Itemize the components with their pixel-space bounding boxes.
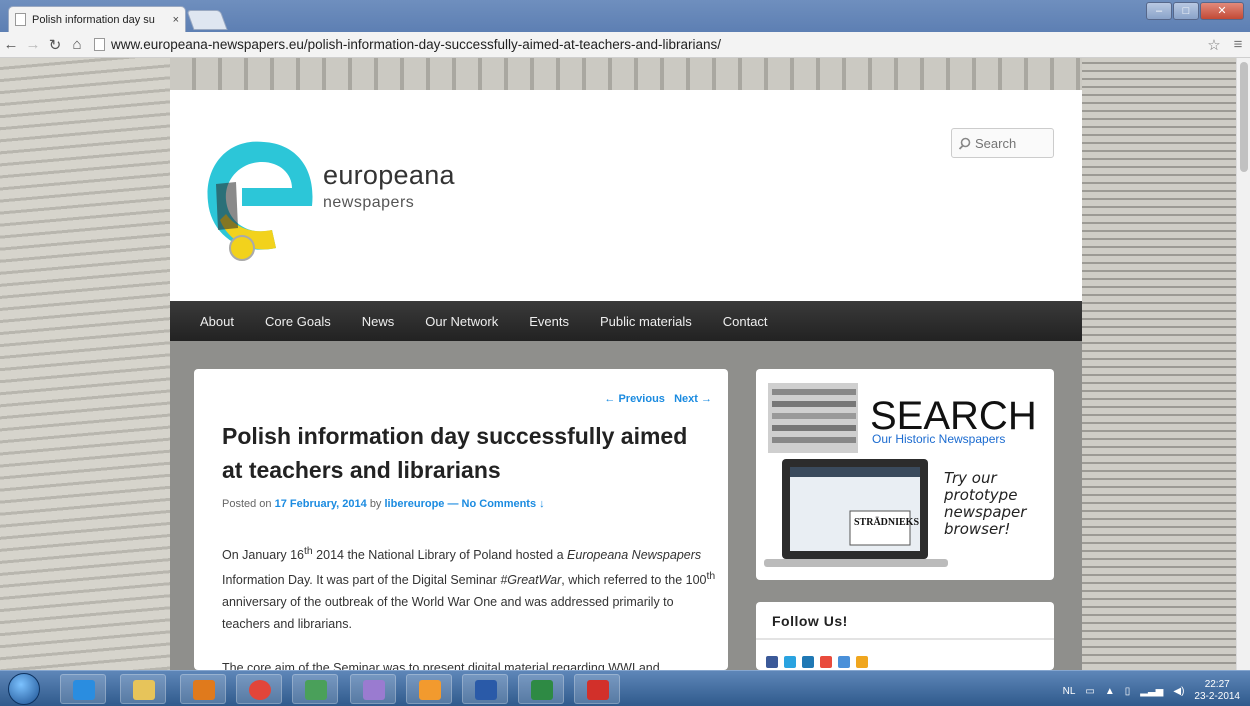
brand-subtitle: newspapers xyxy=(323,194,415,211)
post-paragraph-2: The core aim of the Seminar was to prese… xyxy=(222,661,660,670)
paint-icon[interactable] xyxy=(350,674,396,704)
star-icon[interactable]: ☆ xyxy=(1202,36,1226,54)
forward-icon[interactable]: → xyxy=(22,36,44,53)
menu-item-about[interactable]: About xyxy=(200,314,234,329)
banner-subhead: Our Historic Newspapers xyxy=(872,432,1005,446)
system-tray: NL ▭ ▲ ▯ ▂▃▅ ◀) 22:27 23-2-2014 xyxy=(1063,679,1240,703)
minimize-button[interactable]: – xyxy=(1146,2,1172,20)
menu-item-news[interactable]: News xyxy=(362,314,395,329)
internet-explorer-icon[interactable] xyxy=(60,674,106,704)
menu-item-contact[interactable]: Contact xyxy=(723,314,768,329)
menu-item-public-materials[interactable]: Public materials xyxy=(600,314,692,329)
site-header: europeana newspapers xyxy=(170,90,1082,301)
email-icon[interactable] xyxy=(838,656,850,668)
site-container: europeana newspapers About Core Goals Ne… xyxy=(170,90,1082,670)
meta-posted-on: Posted on xyxy=(222,498,272,510)
volume-icon[interactable]: ◀) xyxy=(1173,686,1184,697)
new-tab-button[interactable] xyxy=(186,10,228,30)
twitter-icon[interactable] xyxy=(784,656,796,668)
social-icons xyxy=(766,656,868,668)
window-controls: – □ ✕ xyxy=(1146,2,1244,20)
battery-icon[interactable]: ▯ xyxy=(1125,686,1131,697)
page-scrollbar[interactable] xyxy=(1236,58,1250,670)
reload-icon[interactable]: ↻ xyxy=(44,36,66,54)
remote-desktop-icon[interactable] xyxy=(292,674,338,704)
tab-strip: Polish information day su × – □ ✕ xyxy=(0,0,1250,32)
scrollbar-thumb[interactable] xyxy=(1240,62,1248,172)
tab-title: Polish information day su xyxy=(32,13,155,26)
post-navigation: ← Previous Next → xyxy=(604,393,712,405)
url-text: www.europeana-newspapers.eu/polish-infor… xyxy=(111,37,722,52)
menu-item-events[interactable]: Events xyxy=(529,314,569,329)
main-menu: About Core Goals News Our Network Events… xyxy=(170,301,1082,341)
acrobat-icon[interactable] xyxy=(574,674,620,704)
google-plus-icon[interactable] xyxy=(820,656,832,668)
page-viewport: europeana newspapers About Core Goals Ne… xyxy=(0,58,1250,670)
post-title: Polish information day successfully aime… xyxy=(222,423,688,483)
menu-icon[interactable]: ≡ xyxy=(1226,36,1250,53)
meta-separator: — xyxy=(447,498,459,510)
taskbar: NL ▭ ▲ ▯ ▂▃▅ ◀) 22:27 23-2-2014 xyxy=(0,670,1250,706)
outlook-icon[interactable] xyxy=(406,674,452,704)
post-paragraph: On January 16th 2014 the National Librar… xyxy=(222,546,716,632)
address-bar[interactable]: www.europeana-newspapers.eu/polish-infor… xyxy=(94,34,1202,56)
chrome-icon[interactable] xyxy=(236,674,282,704)
search-icon xyxy=(958,137,971,150)
facebook-icon[interactable] xyxy=(766,656,778,668)
show-hidden-icons-icon[interactable]: ▲ xyxy=(1105,686,1115,697)
post-meta: Posted on 17 February, 2014 by libereuro… xyxy=(222,498,545,510)
close-window-button[interactable]: ✕ xyxy=(1200,2,1244,20)
page-icon xyxy=(15,13,26,26)
tab-close-icon[interactable]: × xyxy=(173,14,179,26)
search-input[interactable] xyxy=(975,135,1045,151)
next-post-link[interactable]: Next → xyxy=(674,393,712,405)
comments-link[interactable]: No Comments ↓ xyxy=(462,498,545,510)
post-article: ← Previous Next → Polish information day… xyxy=(194,369,728,670)
excel-icon[interactable] xyxy=(518,674,564,704)
clock-time: 22:27 xyxy=(1204,679,1230,690)
menu-item-core-goals[interactable]: Core Goals xyxy=(265,314,331,329)
brand-name: europeana xyxy=(323,160,455,190)
start-button[interactable] xyxy=(8,673,40,705)
screen-title: STRĀDNIEKS xyxy=(854,517,919,528)
previous-post-link[interactable]: ← Previous xyxy=(604,393,665,405)
keyboard-icon[interactable]: ▭ xyxy=(1085,686,1094,697)
network-icon[interactable]: ▂▃▅ xyxy=(1140,686,1163,697)
file-explorer-icon[interactable] xyxy=(120,674,166,704)
post-date-link[interactable]: 17 February, 2014 xyxy=(275,498,367,510)
europeana-logo[interactable] xyxy=(196,124,326,264)
clock-date: 23-2-2014 xyxy=(1194,691,1240,702)
language-indicator[interactable]: NL xyxy=(1063,686,1076,697)
word-icon[interactable] xyxy=(462,674,508,704)
meta-by: by xyxy=(369,498,382,510)
browser-toolbar: ← → ↻ ⌂ www.europeana-newspapers.eu/poli… xyxy=(0,32,1250,58)
maximize-button[interactable]: □ xyxy=(1173,2,1199,20)
divider xyxy=(756,638,1054,640)
brand[interactable]: europeana newspapers xyxy=(323,160,455,212)
rss-icon[interactable] xyxy=(856,656,868,668)
search-box xyxy=(951,128,1054,158)
newspaper-stack-icon xyxy=(768,383,858,453)
linkedin-icon[interactable] xyxy=(802,656,814,668)
author-link[interactable]: libereurope xyxy=(385,498,445,510)
newspaper-background-right xyxy=(1082,58,1250,670)
newspaper-background-left xyxy=(0,58,170,670)
follow-us-title: Follow Us! xyxy=(772,613,848,629)
media-player-icon[interactable] xyxy=(180,674,226,704)
follow-us-widget: Follow Us! xyxy=(756,602,1054,670)
home-icon[interactable]: ⌂ xyxy=(66,36,88,53)
newspaper-background-top xyxy=(170,58,1082,90)
svg-text:Try our prototype: Try our prototype newspaper browser! xyxy=(943,469,1031,538)
menu-item-our-network[interactable]: Our Network xyxy=(425,314,498,329)
back-icon[interactable]: ← xyxy=(0,36,22,53)
banner-graphic: SEARCH Our Historic Newspapers STRĀDNIEK… xyxy=(764,383,1037,567)
page-icon xyxy=(94,38,105,51)
search-newspapers-banner[interactable]: SEARCH Our Historic Newspapers STRĀDNIEK… xyxy=(756,369,1054,580)
laptop-icon: STRĀDNIEKS xyxy=(764,459,948,567)
browser-tab[interactable]: Polish information day su × xyxy=(8,6,186,32)
clock[interactable]: 22:27 23-2-2014 xyxy=(1194,679,1240,703)
